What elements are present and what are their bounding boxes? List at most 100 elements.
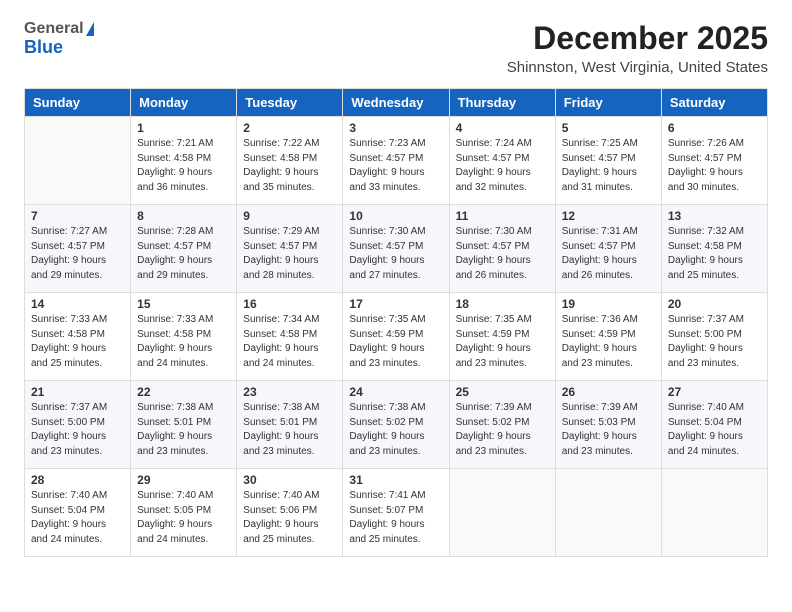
day-header: Friday [555, 89, 661, 117]
calendar-cell: 27 Sunrise: 7:40 AM Sunset: 5:04 PM Dayli… [661, 381, 767, 469]
calendar-cell: 18Sunrise: 7:35 AM Sunset: 4:59 PM Dayli… [449, 293, 555, 381]
calendar-cell: 7Sunrise: 7:27 AM Sunset: 4:57 PM Daylig… [25, 205, 131, 293]
day-info: Sunrise: 7:35 AM Sunset: 4:59 PM Dayligh… [349, 313, 442, 371]
calendar-cell: 28 Sunrise: 7:40 AM Sunset: 5:04 PM Dayli… [25, 469, 131, 557]
calendar-cell: 21 Sunrise: 7:37 AM Sunset: 5:00 PM Dayli… [25, 381, 131, 469]
day-info: Sunrise: 7:27 AM Sunset: 4:57 PM Dayligh… [31, 225, 124, 283]
day-info: Sunrise: 7:38 AM Sunset: 5:02 PM Dayligh… [349, 401, 442, 459]
calendar-cell: 4 Sunrise: 7:24 AM Sunset: 4:57 PM Daylig… [449, 117, 555, 205]
calendar-cell: 13 Sunrise: 7:32 AM Sunset: 4:58 PM Dayli… [661, 205, 767, 293]
day-info: Sunrise: 7:33 AM Sunset: 4:58 PM Dayligh… [31, 313, 124, 371]
day-info: Sunrise: 7:38 AM Sunset: 5:01 PM Dayligh… [137, 401, 230, 459]
day-info: Sunrise: 7:24 AM Sunset: 4:57 PM Dayligh… [456, 137, 549, 195]
day-header: Wednesday [343, 89, 449, 117]
calendar-cell: 1 Sunrise: 7:21 AM Sunset: 4:58 PM Daylig… [131, 117, 237, 205]
day-info: Sunrise: 7:41 AM Sunset: 5:07 PM Dayligh… [349, 489, 442, 547]
day-number: 27 [668, 385, 761, 399]
day-number: 25 [456, 385, 549, 399]
day-info: Sunrise: 7:37 AM Sunset: 5:00 PM Dayligh… [668, 313, 761, 371]
day-info: Sunrise: 7:40 AM Sunset: 5:06 PM Dayligh… [243, 489, 336, 547]
calendar-cell: 29 Sunrise: 7:40 AM Sunset: 5:05 PM Dayli… [131, 469, 237, 557]
calendar-cell: 30 Sunrise: 7:40 AM Sunset: 5:06 PM Dayli… [237, 469, 343, 557]
day-info: Sunrise: 7:29 AM Sunset: 4:57 PM Dayligh… [243, 225, 336, 283]
day-number: 31 [349, 473, 442, 487]
day-number: 28 [31, 473, 124, 487]
day-number: 11 [456, 209, 549, 223]
calendar-cell: 24Sunrise: 7:38 AM Sunset: 5:02 PM Dayli… [343, 381, 449, 469]
title-section: December 2025 Shinnston, West Virginia, … [507, 20, 768, 76]
calendar-cell: 3Sunrise: 7:23 AM Sunset: 4:57 PM Daylig… [343, 117, 449, 205]
day-info: Sunrise: 7:39 AM Sunset: 5:02 PM Dayligh… [456, 401, 549, 459]
day-number: 1 [137, 121, 230, 135]
calendar-cell: 12 Sunrise: 7:31 AM Sunset: 4:57 PM Dayli… [555, 205, 661, 293]
day-header: Monday [131, 89, 237, 117]
day-number: 19 [562, 297, 655, 311]
day-number: 20 [668, 297, 761, 311]
day-header: Tuesday [237, 89, 343, 117]
calendar-cell: 9 Sunrise: 7:29 AM Sunset: 4:57 PM Daylig… [237, 205, 343, 293]
logo-general: General [24, 20, 84, 38]
day-info: Sunrise: 7:21 AM Sunset: 4:58 PM Dayligh… [137, 137, 230, 195]
day-number: 17 [349, 297, 442, 311]
day-info: Sunrise: 7:32 AM Sunset: 4:58 PM Dayligh… [668, 225, 761, 283]
day-info: Sunrise: 7:40 AM Sunset: 5:05 PM Dayligh… [137, 489, 230, 547]
calendar-cell: 14 Sunrise: 7:33 AM Sunset: 4:58 PM Dayli… [25, 293, 131, 381]
day-info: Sunrise: 7:34 AM Sunset: 4:58 PM Dayligh… [243, 313, 336, 371]
logo-icon [86, 22, 94, 36]
day-info: Sunrise: 7:39 AM Sunset: 5:03 PM Dayligh… [562, 401, 655, 459]
calendar-cell: 16 Sunrise: 7:34 AM Sunset: 4:58 PM Dayli… [237, 293, 343, 381]
day-number: 22 [137, 385, 230, 399]
day-number: 23 [243, 385, 336, 399]
day-number: 6 [668, 121, 761, 135]
day-info: Sunrise: 7:30 AM Sunset: 4:57 PM Dayligh… [456, 225, 549, 283]
day-info: Sunrise: 7:40 AM Sunset: 5:04 PM Dayligh… [668, 401, 761, 459]
day-info: Sunrise: 7:40 AM Sunset: 5:04 PM Dayligh… [31, 489, 124, 547]
calendar-cell: 2 Sunrise: 7:22 AM Sunset: 4:58 PM Daylig… [237, 117, 343, 205]
day-number: 26 [562, 385, 655, 399]
day-number: 9 [243, 209, 336, 223]
day-info: Sunrise: 7:28 AM Sunset: 4:57 PM Dayligh… [137, 225, 230, 283]
day-number: 15 [137, 297, 230, 311]
logo-blue: Blue [24, 38, 63, 58]
calendar-header: SundayMondayTuesdayWednesdayThursdayFrid… [25, 89, 768, 117]
calendar-cell: 10Sunrise: 7:30 AM Sunset: 4:57 PM Dayli… [343, 205, 449, 293]
day-number: 8 [137, 209, 230, 223]
day-number: 16 [243, 297, 336, 311]
calendar-cell [25, 117, 131, 205]
day-info: Sunrise: 7:22 AM Sunset: 4:58 PM Dayligh… [243, 137, 336, 195]
day-number: 4 [456, 121, 549, 135]
calendar-cell: 22 Sunrise: 7:38 AM Sunset: 5:01 PM Dayli… [131, 381, 237, 469]
calendar-cell: 31 Sunrise: 7:41 AM Sunset: 5:07 PM Dayli… [343, 469, 449, 557]
day-info: Sunrise: 7:35 AM Sunset: 4:59 PM Dayligh… [456, 313, 549, 371]
day-number: 14 [31, 297, 124, 311]
day-number: 30 [243, 473, 336, 487]
day-number: 21 [31, 385, 124, 399]
day-header: Thursday [449, 89, 555, 117]
calendar-cell: 25 Sunrise: 7:39 AM Sunset: 5:02 PM Dayli… [449, 381, 555, 469]
day-header: Saturday [661, 89, 767, 117]
calendar: SundayMondayTuesdayWednesdayThursdayFrid… [24, 88, 768, 557]
day-number: 29 [137, 473, 230, 487]
page-header: General Blue December 2025 Shinnston, We… [24, 20, 768, 76]
location: Shinnston, West Virginia, United States [507, 59, 768, 76]
day-info: Sunrise: 7:36 AM Sunset: 4:59 PM Dayligh… [562, 313, 655, 371]
calendar-cell: 8 Sunrise: 7:28 AM Sunset: 4:57 PM Daylig… [131, 205, 237, 293]
day-info: Sunrise: 7:37 AM Sunset: 5:00 PM Dayligh… [31, 401, 124, 459]
day-info: Sunrise: 7:26 AM Sunset: 4:57 PM Dayligh… [668, 137, 761, 195]
logo: General Blue [24, 20, 94, 57]
calendar-cell [449, 469, 555, 557]
day-number: 5 [562, 121, 655, 135]
calendar-cell: 5Sunrise: 7:25 AM Sunset: 4:57 PM Daylig… [555, 117, 661, 205]
month-title: December 2025 [507, 20, 768, 57]
calendar-cell [661, 469, 767, 557]
day-info: Sunrise: 7:38 AM Sunset: 5:01 PM Dayligh… [243, 401, 336, 459]
day-number: 3 [349, 121, 442, 135]
day-info: Sunrise: 7:31 AM Sunset: 4:57 PM Dayligh… [562, 225, 655, 283]
day-number: 13 [668, 209, 761, 223]
day-header: Sunday [25, 89, 131, 117]
day-number: 2 [243, 121, 336, 135]
day-number: 12 [562, 209, 655, 223]
calendar-cell: 20 Sunrise: 7:37 AM Sunset: 5:00 PM Dayli… [661, 293, 767, 381]
calendar-cell: 11 Sunrise: 7:30 AM Sunset: 4:57 PM Dayli… [449, 205, 555, 293]
day-number: 10 [349, 209, 442, 223]
